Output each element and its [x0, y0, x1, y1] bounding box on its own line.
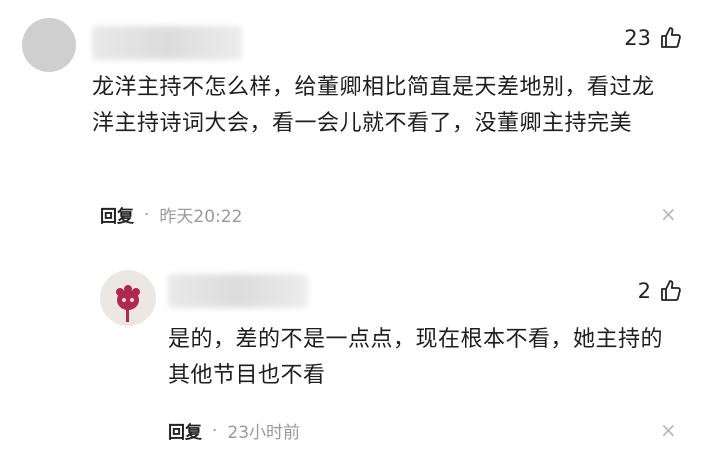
comment-text: 龙洋主持不怎么样，给董卿相比简直是天差地别，看过龙洋主持诗词大会，看一会儿就不看… — [92, 75, 655, 136]
like-count: 23 — [624, 26, 651, 50]
separator-dot: · — [212, 420, 218, 441]
thumbs-up-icon[interactable] — [659, 26, 683, 50]
reply-button[interactable]: 回复 — [100, 202, 134, 227]
avatar[interactable] — [100, 270, 156, 326]
timestamp: 昨天20:22 — [159, 207, 243, 227]
like-count: 2 — [637, 279, 651, 303]
like-control[interactable]: 2 — [638, 279, 683, 303]
flower-avatar-icon — [116, 285, 140, 322]
avatar[interactable] — [22, 18, 76, 72]
username-blurred[interactable] — [168, 274, 308, 308]
username-blurred[interactable] — [92, 26, 242, 60]
reply-button[interactable]: 回复 — [168, 418, 202, 443]
like-control[interactable]: 23 — [624, 26, 683, 50]
thumbs-up-icon[interactable] — [659, 279, 683, 303]
separator-dot: · — [144, 204, 150, 225]
close-icon[interactable]: × — [660, 202, 677, 226]
timestamp: 23小时前 — [227, 423, 301, 443]
comment-meta: 回复 · 昨天20:22 — [100, 202, 243, 228]
close-icon[interactable]: × — [660, 418, 677, 442]
comment-meta: 回复 · 23小时前 — [168, 418, 301, 444]
comment-text: 是的，差的不是一点点，现在根本不看，她主持的其他节目也不看 — [168, 327, 664, 388]
